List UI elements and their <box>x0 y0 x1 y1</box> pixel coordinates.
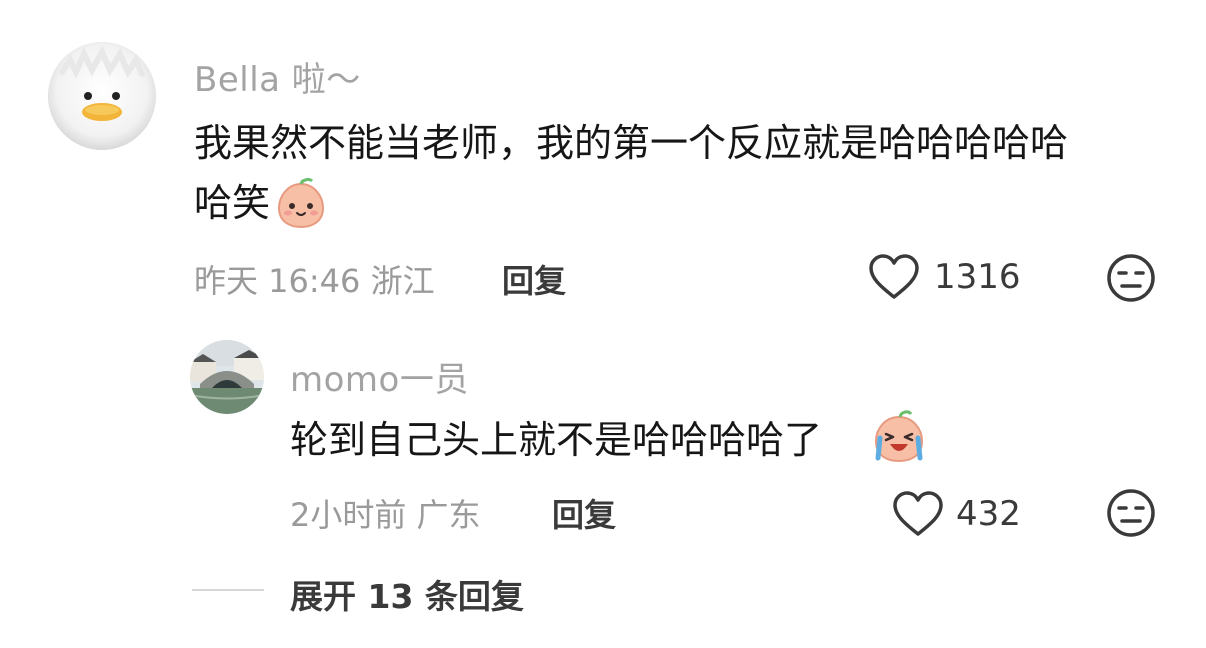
crying-laughing-sticker-icon <box>870 410 928 464</box>
comment-text-line1: 我果然不能当老师，我的第一个反应就是哈哈哈哈哈 <box>194 121 1069 165</box>
comment-like-count: 1316 <box>934 257 1021 297</box>
reply-avatar[interactable] <box>190 340 264 414</box>
divider <box>192 589 264 591</box>
reply-reply-button[interactable]: 回复 <box>552 490 616 536</box>
comment-text-line2: 哈笑 <box>194 181 271 225</box>
reply-username[interactable]: momo一员 <box>290 352 469 401</box>
comment-like-button[interactable] <box>868 253 920 301</box>
smile-sticker-icon <box>274 178 328 230</box>
heart-icon <box>869 254 919 299</box>
reply-meta: 2小时前 广东 <box>290 496 481 534</box>
comment-reply-button[interactable]: 回复 <box>502 256 566 302</box>
reply-dislike-button[interactable] <box>1106 488 1156 538</box>
reply-like-count: 432 <box>956 494 1021 534</box>
comment-username[interactable]: Bella 啦～ <box>194 52 361 101</box>
avatar[interactable] <box>48 42 156 150</box>
canal-town-avatar-icon <box>190 340 264 414</box>
expand-replies-button[interactable]: 展开 13 条回复 <box>290 570 524 618</box>
reply-like-button[interactable] <box>892 490 944 538</box>
duck-avatar-icon <box>48 42 156 150</box>
comment-dislike-button[interactable] <box>1106 253 1156 303</box>
meh-face-icon <box>1107 489 1155 537</box>
comment-meta: 昨天 16:46 浙江 <box>194 262 435 300</box>
heart-icon <box>893 491 943 536</box>
reply-text: 轮到自己头上就不是哈哈哈哈了 <box>290 418 823 462</box>
meh-face-icon <box>1107 254 1155 302</box>
